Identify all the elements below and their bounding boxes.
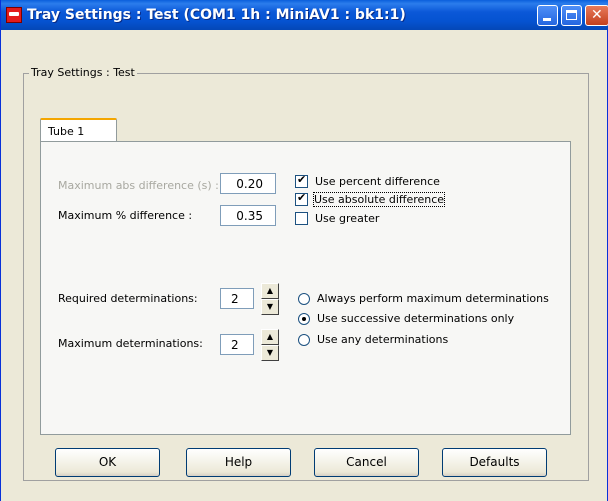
cancel-button[interactable]: Cancel xyxy=(314,448,419,477)
use-absolute-label[interactable]: Use absolute difference xyxy=(312,192,446,207)
radio-any-determinations[interactable] xyxy=(298,334,310,346)
radio-successive-only-label[interactable]: Use successive determinations only xyxy=(317,312,514,325)
tab-label: Tube 1 xyxy=(48,125,85,138)
max-pct-difference-input[interactable]: 0.35 xyxy=(220,205,276,226)
title-bar[interactable]: Tray Settings : Test (COM1 1h : MiniAV1 … xyxy=(1,0,608,30)
radio-always-maximum-label[interactable]: Always perform maximum determinations xyxy=(317,292,549,305)
use-percent-checkbox[interactable] xyxy=(295,173,308,188)
maximize-icon[interactable] xyxy=(561,5,582,26)
window-title: Tray Settings : Test (COM1 1h : MiniAV1 … xyxy=(27,7,406,23)
use-absolute-checkbox[interactable] xyxy=(295,191,308,206)
group-legend: Tray Settings : Test xyxy=(29,66,137,79)
dialog-window: Tray Settings : Test (COM1 1h : MiniAV1 … xyxy=(0,0,608,501)
required-determinations-label: Required determinations: xyxy=(58,292,198,305)
max-abs-difference-input[interactable]: 0.20 xyxy=(220,173,276,194)
required-determinations-value[interactable]: 2 xyxy=(220,288,254,309)
use-greater-label[interactable]: Use greater xyxy=(315,212,379,225)
use-percent-label[interactable]: Use percent difference xyxy=(315,175,440,188)
maximum-determinations-label: Maximum determinations: xyxy=(58,337,203,350)
max-pct-difference-label: Maximum % difference : xyxy=(58,209,193,222)
defaults-button[interactable]: Defaults xyxy=(442,448,547,477)
ok-button[interactable]: OK xyxy=(55,448,160,477)
radio-successive-only[interactable] xyxy=(298,313,310,325)
arrow-up-icon[interactable]: ▲ xyxy=(261,329,279,345)
use-greater-checkbox[interactable] xyxy=(295,212,308,225)
radio-always-maximum[interactable] xyxy=(298,293,310,305)
arrow-down-icon[interactable]: ▼ xyxy=(261,299,279,315)
app-icon[interactable] xyxy=(6,7,22,23)
arrow-up-icon[interactable]: ▲ xyxy=(261,283,279,299)
radio-any-determinations-label[interactable]: Use any determinations xyxy=(317,333,448,346)
help-button[interactable]: Help xyxy=(186,448,291,477)
arrow-down-icon[interactable]: ▼ xyxy=(261,345,279,361)
max-abs-difference-label: Maximum abs difference (s) : xyxy=(58,179,219,192)
close-icon[interactable] xyxy=(585,5,608,26)
maximum-determinations-value[interactable]: 2 xyxy=(220,334,254,355)
tab-tube-1[interactable]: Tube 1 xyxy=(40,118,117,142)
minimize-icon[interactable] xyxy=(537,5,558,26)
